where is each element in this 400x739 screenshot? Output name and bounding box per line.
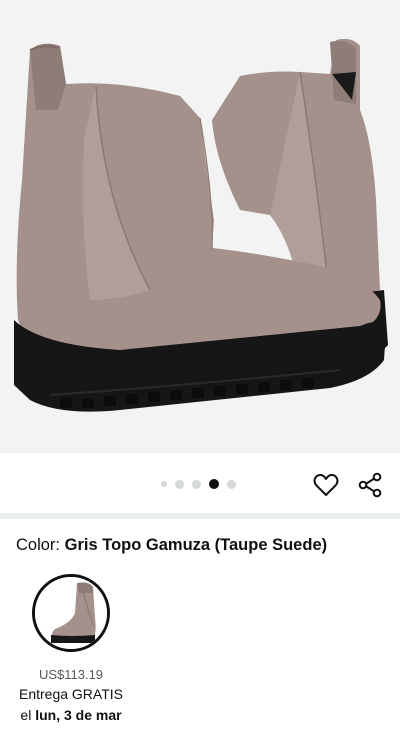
- delivery-date-line: el lun, 3 de mar: [0, 707, 142, 723]
- color-label: Color:: [16, 536, 65, 554]
- boots-illustration: [14, 38, 388, 412]
- variant-price: US$113.19: [38, 667, 104, 682]
- gallery-controls: [0, 453, 400, 513]
- delivery-prefix: el: [20, 707, 36, 723]
- product-image[interactable]: [0, 0, 400, 453]
- color-selection-label: Color: Gris Topo Gamuza (Taupe Suede): [16, 536, 327, 555]
- carousel-dot-active[interactable]: [209, 479, 219, 489]
- heart-outline-icon: [313, 473, 339, 496]
- color-value: Gris Topo Gamuza (Taupe Suede): [64, 536, 328, 554]
- carousel-dot[interactable]: [161, 481, 167, 487]
- share-icon: [358, 472, 382, 498]
- section-divider: [0, 513, 400, 519]
- carousel-dots[interactable]: [161, 479, 236, 489]
- share-button[interactable]: [356, 471, 384, 499]
- delivery-date: lun, 3 de mar: [35, 707, 122, 723]
- color-swatch-selected[interactable]: [32, 574, 110, 652]
- carousel-dot[interactable]: [175, 479, 184, 489]
- wishlist-button[interactable]: [312, 471, 340, 499]
- swatch-boot-thumbnail: [35, 577, 107, 649]
- carousel-dot[interactable]: [227, 479, 236, 489]
- carousel-dot[interactable]: [192, 479, 201, 489]
- delivery-line: Entrega GRATIS: [18, 686, 123, 702]
